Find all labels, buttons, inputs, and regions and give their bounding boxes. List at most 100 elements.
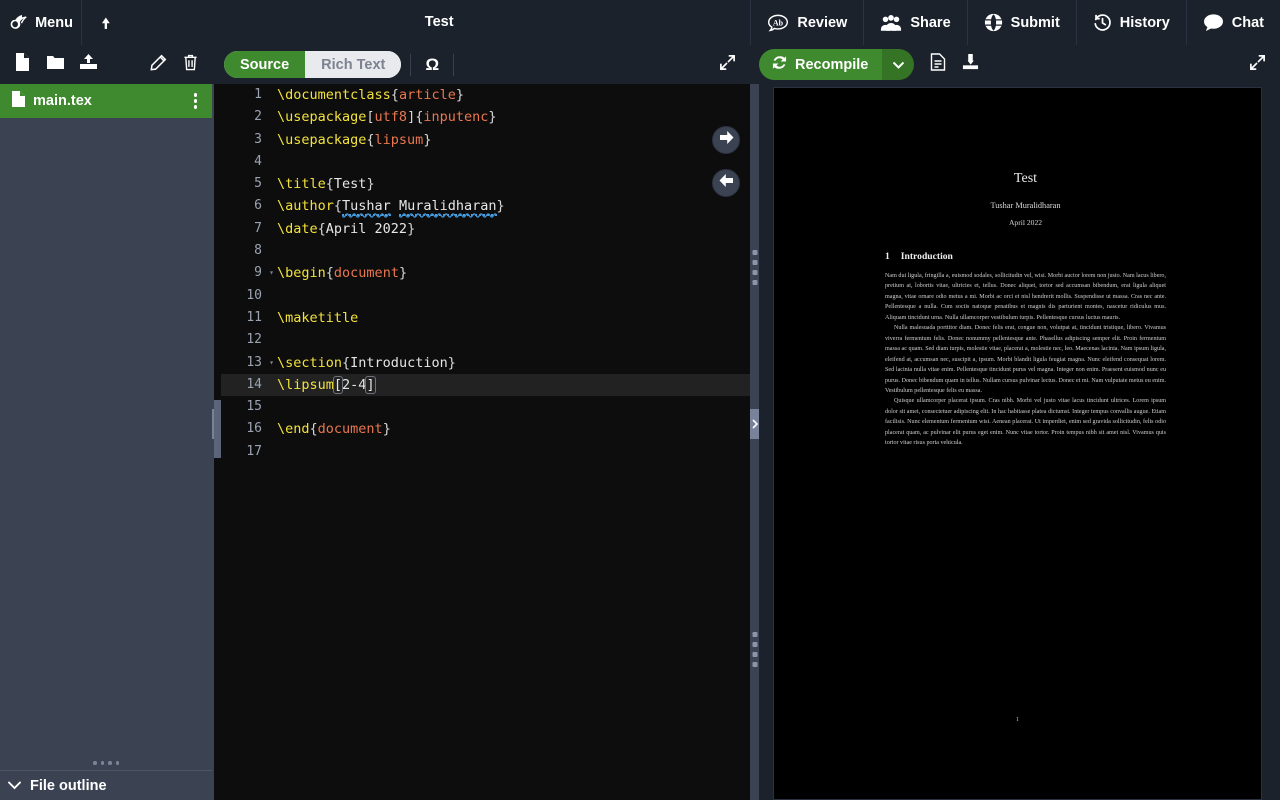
recompile-button[interactable]: Recompile [759, 49, 883, 80]
pdf-toolbar: Recompile [750, 45, 1280, 84]
code-line[interactable]: 12 [221, 329, 750, 351]
code-line[interactable]: 1 \documentclass{article} [221, 84, 750, 106]
line-number: 17 [246, 443, 262, 459]
pdf-date: April 2022 [1008, 218, 1043, 227]
fold-toggle-icon[interactable]: ▾ [266, 262, 277, 284]
code-line-text: \date{April 2022} [277, 220, 416, 237]
pdf-paragraph: Quisque ullamcorper placerat ipsum. Cras… [885, 398, 1166, 447]
code-editor[interactable]: 1 \documentclass{article} 2 \usepackage[utf… [221, 84, 750, 800]
file-tree-toolbar [0, 45, 212, 84]
share-button[interactable]: Share [863, 0, 966, 45]
code-line[interactable]: 10 [221, 285, 750, 307]
globe-icon [984, 13, 1003, 32]
tab-rich-text[interactable]: Rich Text [305, 51, 402, 78]
pdf-section-heading: 1 Introduction [885, 251, 1166, 262]
code-line[interactable]: 5 \title{Test} [221, 173, 750, 195]
code-line[interactable]: 13 ▾ \section{Introduction} [221, 352, 750, 374]
back-to-projects-button[interactable] [82, 0, 128, 45]
code-line-text: \begin{document} [277, 265, 408, 282]
line-number: 10 [246, 287, 262, 303]
recompile-button-group[interactable]: Recompile [759, 49, 915, 80]
file-tree-sidebar: main.tex File outline [0, 84, 212, 800]
code-line-text: \usepackage{lipsum} [277, 131, 432, 148]
line-number: 1 [254, 87, 262, 102]
compile-logs-button[interactable] [924, 51, 952, 79]
file-tree-item-main-tex[interactable]: main.tex [0, 84, 212, 118]
menu-button[interactable]: Menu [0, 0, 82, 45]
fold-toggle-icon[interactable]: ▾ [266, 352, 277, 374]
new-file-button[interactable] [8, 51, 36, 79]
recompile-label: Recompile [795, 56, 869, 73]
code-line[interactable]: 16 \end{document} [221, 418, 750, 440]
line-number: 16 [246, 421, 262, 437]
line-number: 4 [254, 153, 262, 169]
code-line[interactable]: 6 \author{Tushar Muralidharan} [221, 195, 750, 217]
pdf-title: Test [1013, 171, 1038, 186]
toolbar-divider-2 [453, 53, 455, 76]
top-actions: Ab Review Share Submit History Chat [750, 0, 1280, 45]
line-number: 6 [254, 198, 262, 214]
chevron-down-icon [8, 778, 21, 794]
new-folder-button[interactable] [41, 51, 69, 79]
go-to-pdf-location-button[interactable] [712, 126, 740, 154]
sidebar-resize-handle[interactable] [0, 756, 212, 770]
rename-file-button[interactable] [144, 51, 172, 79]
line-number: 7 [254, 220, 262, 236]
editor-vertical-scrollbar[interactable] [214, 84, 221, 800]
code-line[interactable]: 15 [221, 396, 750, 418]
source-richtext-toggle[interactable]: Source Rich Text [224, 51, 402, 78]
code-line[interactable]: 14 \lipsum[2-4] [221, 373, 750, 397]
line-number: 12 [246, 332, 262, 348]
code-line[interactable]: 2 \usepackage[utf8]{inputenc} [221, 106, 750, 128]
code-lines[interactable]: 1 \documentclass{article} 2 \usepackage[utf… [221, 84, 750, 463]
line-number: 9 [254, 265, 262, 281]
pencil-icon [149, 54, 167, 76]
pdf-preview-pane[interactable]: Test Tushar Muralidharan April 2022 1 In… [759, 84, 1280, 800]
pdf-page-content: Test Tushar Muralidharan April 2022 1 In… [885, 171, 1166, 449]
chevron-down-icon [892, 56, 905, 74]
code-line[interactable]: 9 ▾ \begin{document} [221, 262, 750, 284]
chat-button[interactable]: Chat [1185, 0, 1280, 45]
code-line[interactable]: 17 [221, 441, 750, 463]
line-number: 5 [254, 176, 262, 192]
refresh-icon [772, 55, 787, 74]
file-outline-toggle[interactable]: File outline [0, 770, 212, 800]
code-line[interactable]: 4 [221, 151, 750, 173]
line-number: 14 [246, 376, 262, 392]
project-title: Test [424, 14, 454, 30]
pdf-fullscreen-button[interactable] [1249, 54, 1266, 76]
download-pdf-button[interactable] [956, 51, 984, 79]
editor-fullscreen-button[interactable] [719, 54, 736, 76]
code-line[interactable]: 8 [221, 240, 750, 262]
collapse-pdf-button[interactable] [750, 409, 759, 439]
pdf-section-title: Introduction [900, 251, 953, 262]
overleaf-editor-window: Menu Test Ab Review Share Submit History… [0, 0, 1280, 800]
upload-file-button[interactable] [74, 51, 102, 79]
line-number: 2 [254, 109, 262, 125]
recompile-options-caret[interactable] [882, 49, 915, 80]
menu-label: Menu [35, 14, 73, 31]
scrollbar-thumb[interactable] [214, 400, 221, 458]
code-line[interactable]: 11 \maketitle [221, 307, 750, 329]
pdf-actions [924, 51, 984, 79]
code-line[interactable]: 7 \date{April 2022} [221, 218, 750, 240]
submit-button[interactable]: Submit [966, 0, 1076, 45]
toolbar-divider [410, 53, 412, 76]
history-button[interactable]: History [1075, 0, 1186, 45]
review-button[interactable]: Ab Review [750, 0, 863, 45]
editor-pdf-splitter[interactable] [750, 84, 759, 800]
editor-toolbar: Source Rich Text Ω [0, 45, 750, 84]
arrow-right-circle-icon [719, 131, 734, 149]
code-line[interactable]: 3 \usepackage{lipsum} [221, 129, 750, 151]
tab-source[interactable]: Source [224, 51, 306, 78]
go-to-code-location-button[interactable] [712, 169, 740, 197]
document-logs-icon [930, 53, 946, 76]
symbol-palette-button[interactable]: Ω [420, 52, 444, 78]
new-file-icon [15, 53, 30, 76]
kebab-menu-icon[interactable] [189, 91, 203, 111]
splitter-grip-top-2 [752, 250, 757, 285]
history-clock-icon [1093, 13, 1112, 32]
pdf-author: Tushar Muralidharan [990, 201, 1061, 210]
delete-file-button[interactable] [176, 51, 204, 79]
code-line-text: \author{Tushar Muralidharan} [277, 198, 505, 217]
